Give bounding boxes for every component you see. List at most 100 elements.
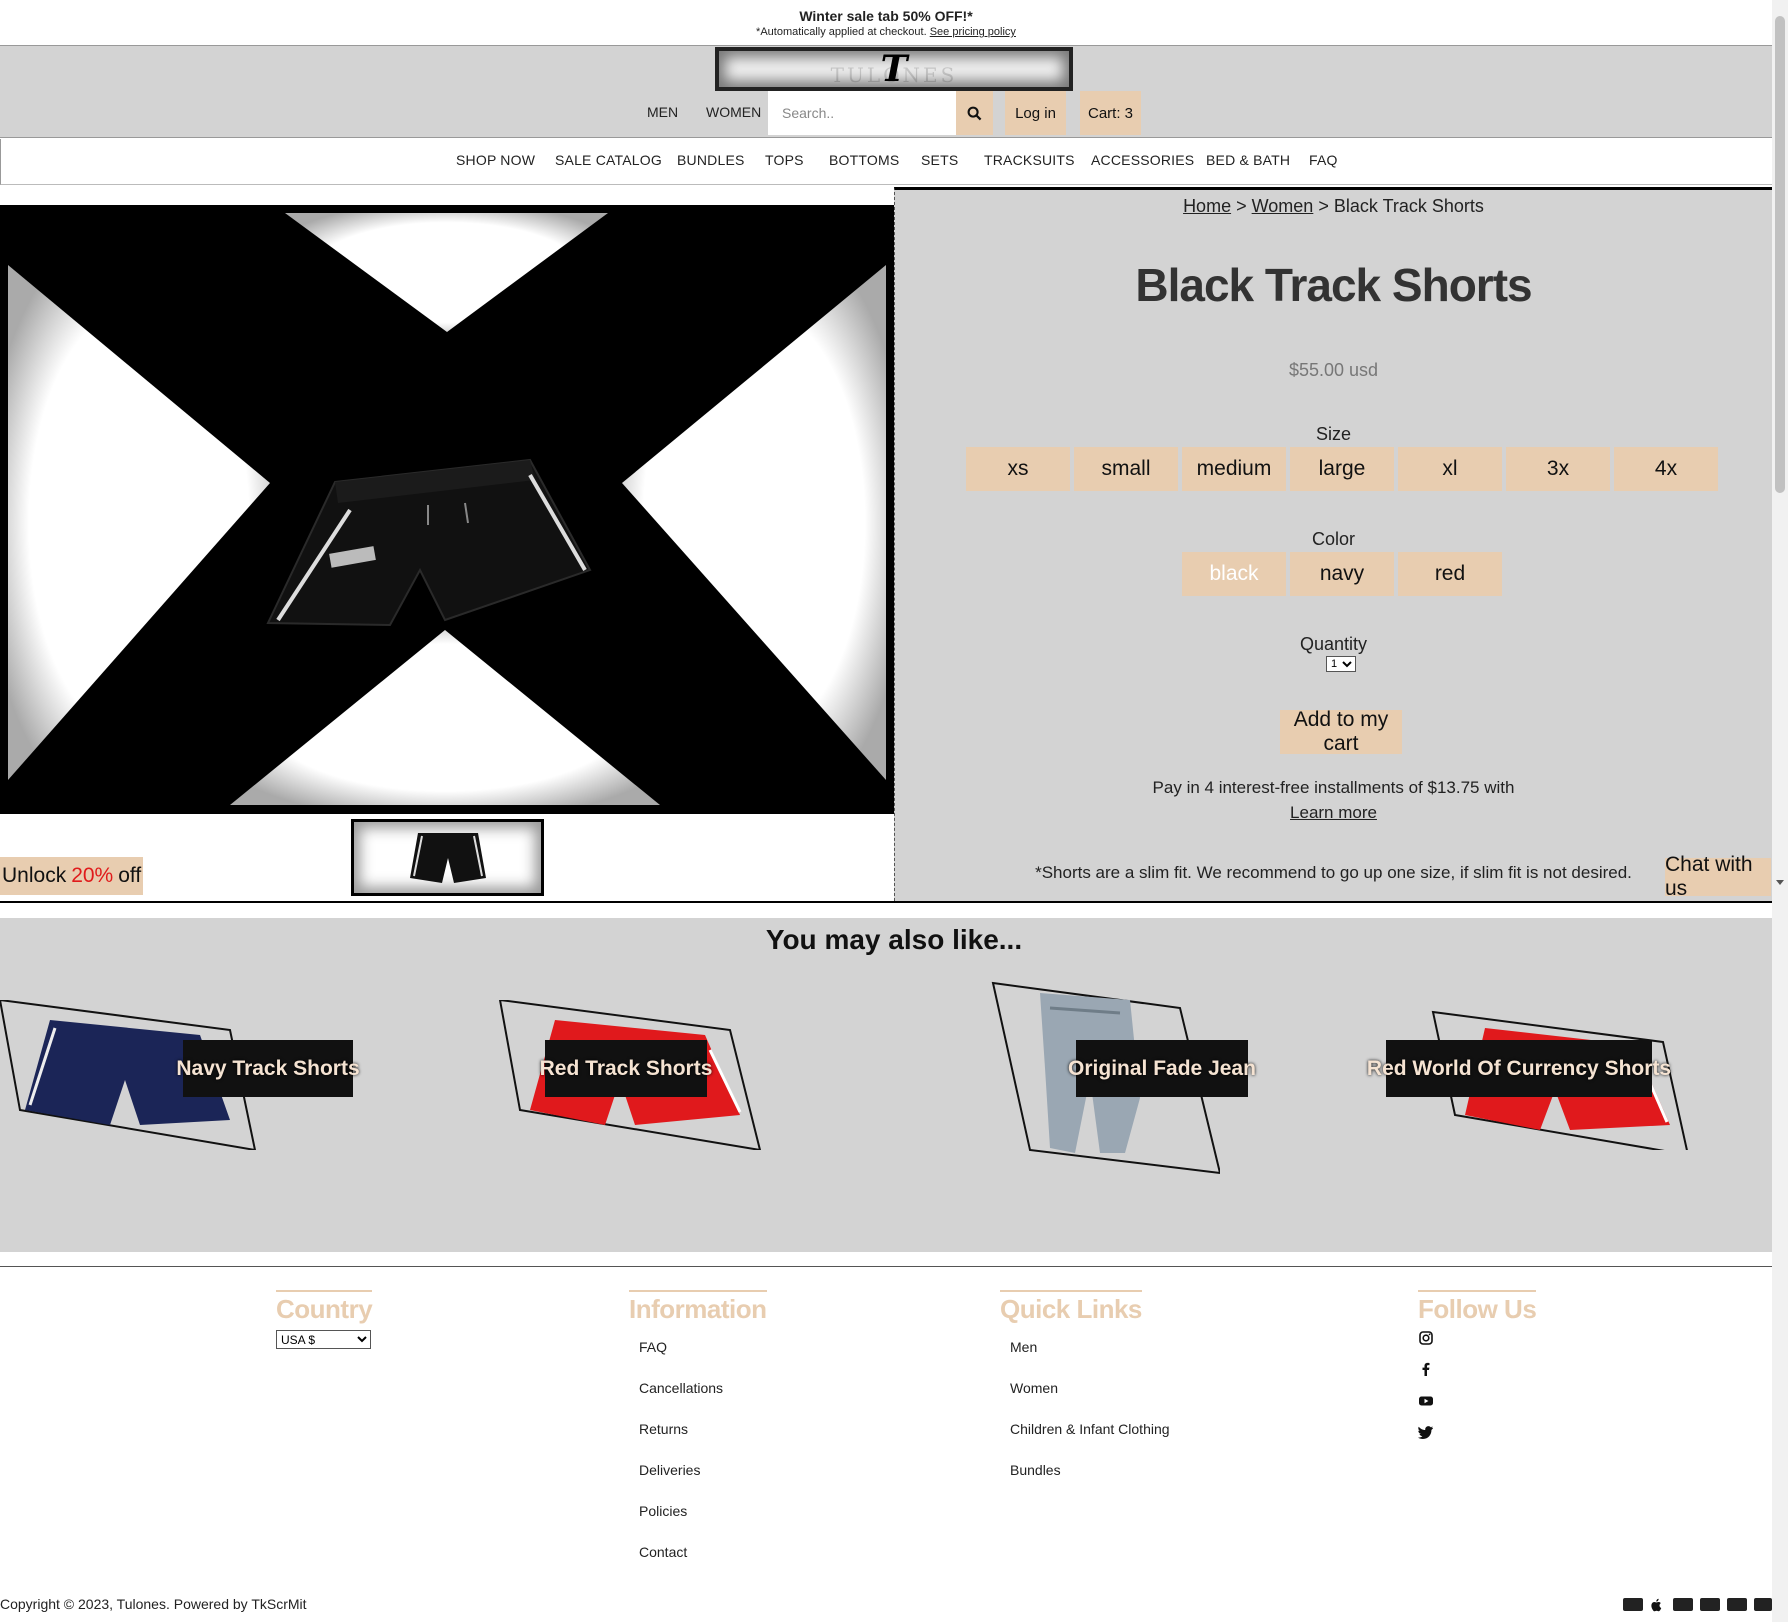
breadcrumb-women[interactable]: Women: [1252, 196, 1314, 216]
breadcrumb-home[interactable]: Home: [1183, 196, 1231, 216]
unlock-discount-button[interactable]: Unlock 20% off: [0, 857, 144, 895]
nav-men[interactable]: MEN: [647, 104, 678, 120]
size-option-medium[interactable]: medium: [1182, 447, 1286, 491]
cat-shop-now[interactable]: SHOP NOW: [456, 152, 535, 168]
login-button[interactable]: Log in: [1005, 91, 1066, 135]
footer-link-deliveries[interactable]: Deliveries: [639, 1462, 700, 1478]
installments-text: Pay in 4 interest-free installments of $…: [1152, 778, 1515, 797]
product-price: $55.00 usd: [1288, 360, 1379, 380]
thumbnail-black-shorts[interactable]: [351, 819, 544, 896]
unlock-suffix: off: [118, 864, 142, 887]
size-option-4x[interactable]: 4x: [1614, 447, 1718, 491]
related-label: Red World Of Currency Shorts: [1367, 1040, 1671, 1097]
learn-more-link[interactable]: Learn more: [1290, 803, 1377, 822]
announcement-bar: Winter sale tab 50% OFF!* *Automatically…: [0, 0, 1772, 45]
color-label: Color: [1311, 529, 1355, 549]
related-label: Red Track Shorts: [540, 1040, 712, 1097]
color-option-navy[interactable]: navy: [1290, 552, 1394, 596]
size-option-xs[interactable]: xs: [966, 447, 1070, 491]
apple-pay-icon: [1650, 1598, 1662, 1612]
category-nav: SHOP NOW SALE CATALOG BUNDLES TOPS BOTTO…: [0, 139, 1772, 185]
logo-wordmark: TULONES: [830, 63, 958, 87]
footer-information-title: Information: [629, 1290, 767, 1325]
footer-link-contact[interactable]: Contact: [639, 1544, 687, 1560]
section-divider: [0, 901, 1772, 903]
cat-bundles[interactable]: BUNDLES: [677, 152, 745, 168]
related-label: Original Fade Jean: [1068, 1040, 1256, 1097]
pricing-policy-link[interactable]: See pricing policy: [930, 26, 1016, 38]
footer-link-faq[interactable]: FAQ: [639, 1339, 667, 1355]
product-detail-panel: Home > Women > Black Track Shorts Black …: [894, 187, 1772, 901]
diners-icon: [1673, 1598, 1693, 1611]
size-option-large[interactable]: large: [1290, 447, 1394, 491]
cart-button[interactable]: Cart: 3: [1080, 91, 1141, 135]
footer-follow-title: Follow Us: [1418, 1290, 1537, 1325]
cat-tops[interactable]: TOPS: [765, 152, 804, 168]
related-heading: You may also like...: [765, 924, 1023, 955]
search-input[interactable]: [768, 91, 956, 135]
nav-women[interactable]: WOMEN: [706, 104, 761, 120]
facebook-icon[interactable]: [1418, 1361, 1434, 1377]
chat-button[interactable]: Chat with us: [1665, 853, 1771, 900]
announcement-subtitle: *Automatically applied at checkout. See …: [0, 26, 1772, 38]
discover-icon: [1700, 1598, 1720, 1611]
footer-link-cancellations[interactable]: Cancellations: [639, 1380, 723, 1396]
announcement-subtitle-text: *Automatically applied at checkout.: [756, 26, 927, 38]
quantity-select[interactable]: 1: [1326, 656, 1356, 672]
breadcrumb-sep: >: [1318, 196, 1329, 216]
footer-country-title: Country: [276, 1290, 373, 1325]
cat-bed-bath[interactable]: BED & BATH: [1206, 152, 1290, 168]
twitter-icon[interactable]: [1418, 1424, 1434, 1440]
visa-icon: [1754, 1598, 1772, 1611]
color-option-black[interactable]: black: [1182, 552, 1286, 596]
size-option-small[interactable]: small: [1074, 447, 1178, 491]
footer-link-women[interactable]: Women: [1010, 1380, 1058, 1396]
site-header: TULONES T MEN WOMEN Log in Cart: 3: [0, 45, 1772, 138]
size-label: Size: [1315, 424, 1351, 444]
cat-tracksuits[interactable]: TRACKSUITS: [984, 152, 1075, 168]
related-label: Navy Track Shorts: [176, 1040, 360, 1097]
size-option-3x[interactable]: 3x: [1506, 447, 1610, 491]
installments-info: Pay in 4 interest-free installments of $…: [895, 775, 1772, 825]
footer-quick-links-title: Quick Links: [1000, 1290, 1142, 1325]
cat-bottoms[interactable]: BOTTOMS: [829, 152, 899, 168]
announcement-title: Winter sale tab 50% OFF!*: [799, 8, 973, 24]
related-card-original-fade-jean[interactable]: Original Fade Jean: [990, 978, 1260, 1178]
breadcrumb-current: Black Track Shorts: [1333, 196, 1484, 216]
scroll-down-arrow-icon[interactable]: [1776, 880, 1784, 885]
cat-faq[interactable]: FAQ: [1309, 152, 1338, 168]
instagram-icon[interactable]: [1418, 1330, 1434, 1346]
footer-link-bundles[interactable]: Bundles: [1010, 1462, 1061, 1478]
footer-divider: [0, 1266, 1772, 1267]
site-logo[interactable]: TULONES T: [715, 47, 1073, 91]
cat-sale-catalog[interactable]: SALE CATALOG: [555, 152, 662, 168]
cat-sets[interactable]: SETS: [921, 152, 958, 168]
youtube-icon[interactable]: [1418, 1393, 1434, 1409]
unlock-percent: 20%: [71, 864, 114, 887]
search-button[interactable]: [956, 91, 993, 135]
footer-link-children[interactable]: Children & Infant Clothing: [1010, 1421, 1170, 1437]
country-select[interactable]: USA $: [276, 1330, 371, 1349]
breadcrumb: Home > Women > Black Track Shorts: [895, 196, 1772, 217]
footer-link-policies[interactable]: Policies: [639, 1503, 687, 1519]
product-main-image[interactable]: [0, 205, 894, 814]
scrollbar-thumb[interactable]: [1775, 16, 1785, 493]
related-products: You may also like... Navy Track Shorts R…: [0, 918, 1772, 1252]
related-card-red-track-shorts[interactable]: Red Track Shorts: [495, 998, 775, 1152]
page-scrollbar[interactable]: [1772, 0, 1788, 1622]
related-card-navy-track-shorts[interactable]: Navy Track Shorts: [0, 998, 360, 1152]
color-option-red[interactable]: red: [1398, 552, 1502, 596]
fit-note: *Shorts are a slim fit. We recommend to …: [1035, 863, 1632, 882]
product-title: Black Track Shorts: [1135, 259, 1532, 311]
search-icon: [967, 106, 982, 120]
paypal-icon: [1727, 1598, 1747, 1611]
cat-accessories[interactable]: ACCESSORIES: [1091, 152, 1194, 168]
breadcrumb-sep: >: [1236, 196, 1247, 216]
size-option-xl[interactable]: xl: [1398, 447, 1502, 491]
unlock-prefix: Unlock: [2, 864, 67, 887]
copyright: Copyright © 2023, Tulones. Powered by Tk…: [0, 1596, 307, 1612]
footer-link-returns[interactable]: Returns: [639, 1421, 688, 1437]
footer-link-men[interactable]: Men: [1010, 1339, 1037, 1355]
related-card-red-world-of-currency-shorts[interactable]: Red World Of Currency Shorts: [1367, 1000, 1690, 1157]
add-to-cart-button[interactable]: Add to my cart: [1280, 708, 1402, 755]
